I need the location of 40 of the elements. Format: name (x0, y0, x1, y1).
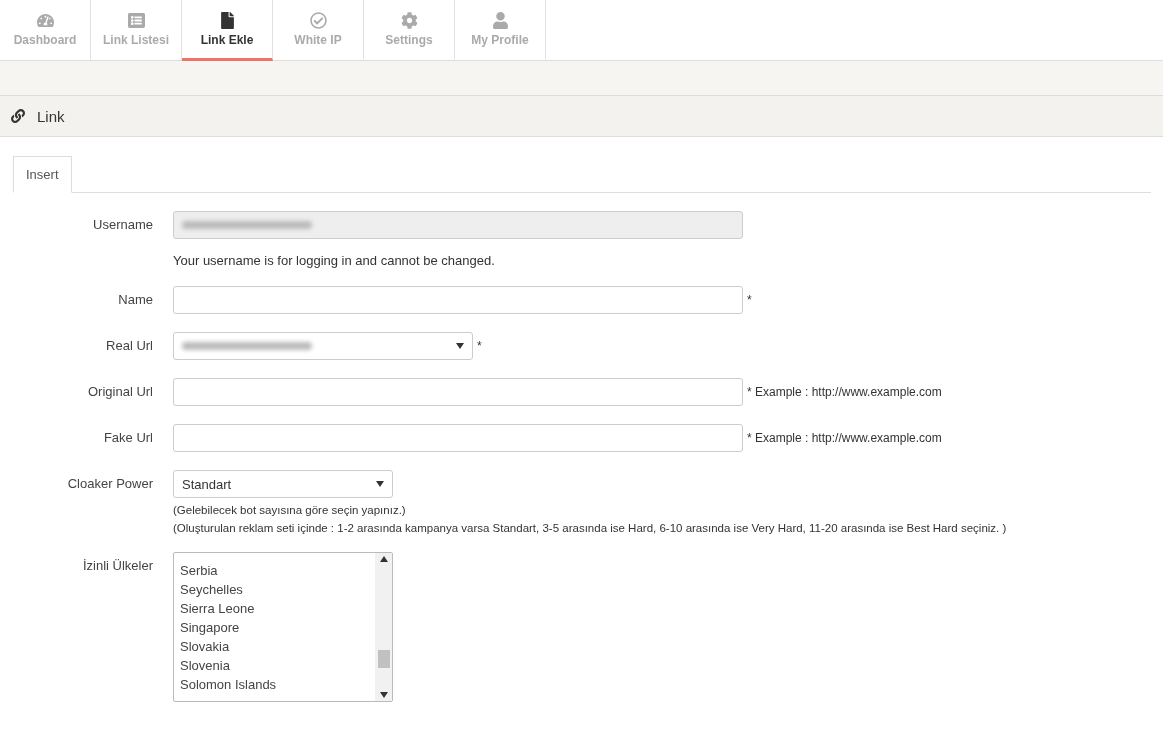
field-label: Cloaker Power (66, 475, 153, 491)
scroll-up-icon[interactable] (379, 556, 388, 562)
country-option[interactable]: Sierra Leone (180, 599, 369, 618)
field-label: Real Url (105, 337, 153, 353)
help-text: Your username is for logging in and cannot be changed. (173, 252, 496, 268)
input-field[interactable] (173, 424, 743, 452)
list-icon (127, 11, 145, 29)
section-title: Link (37, 107, 65, 125)
required-note: * Example : http://www.example.com (747, 431, 942, 445)
field-label: Username (92, 216, 153, 232)
required-note: * (477, 339, 482, 353)
caret-icon (456, 343, 464, 349)
help-text: (Oluşturulan reklam seti içinde : 1-2 arasında kampanya varsa Standart, 3-5 arasında ise Hard, 6-10 arasında ise Very Hard, 11-20 arasında ise Best Hard seçiniz. ) (173, 522, 1008, 534)
country-listbox[interactable]: Serbia Seychelles Sierra Leone Singapore Slovakia Slovenia Solomon Islands (173, 552, 393, 702)
help-text: (Gelebilecek bot sayısına göre seçin yapınız.) (173, 504, 407, 516)
scroll-down-icon[interactable] (379, 692, 388, 698)
link-icon (11, 109, 25, 123)
country-option[interactable]: Serbia (180, 561, 369, 580)
country-option[interactable]: Slovenia (180, 656, 369, 675)
required-note: * (747, 293, 752, 307)
required-note: * Example : http://www.example.com (747, 385, 942, 399)
gear-icon (400, 11, 418, 29)
gauge-icon (36, 11, 54, 29)
caret-icon (376, 481, 384, 487)
user-icon (491, 11, 509, 29)
scrollbar-thumb[interactable] (377, 650, 390, 668)
file-icon (218, 11, 236, 29)
select-field[interactable]: Standart (173, 470, 393, 498)
field-label: Original Url (87, 383, 153, 399)
country-option[interactable]: Solomon Islands (180, 675, 369, 694)
select-field[interactable] (173, 332, 473, 360)
country-option[interactable]: Singapore (180, 618, 369, 637)
country-option[interactable]: Seychelles (180, 580, 369, 599)
field-label: Fake Url (102, 429, 153, 445)
form-tab[interactable]: Insert (13, 156, 72, 193)
input-field[interactable] (173, 378, 743, 406)
field-label: Name (117, 291, 153, 307)
input-field[interactable] (173, 286, 743, 314)
country-option[interactable]: Slovakia (180, 637, 369, 656)
field-label: İzinli Ülkeler (81, 557, 153, 573)
